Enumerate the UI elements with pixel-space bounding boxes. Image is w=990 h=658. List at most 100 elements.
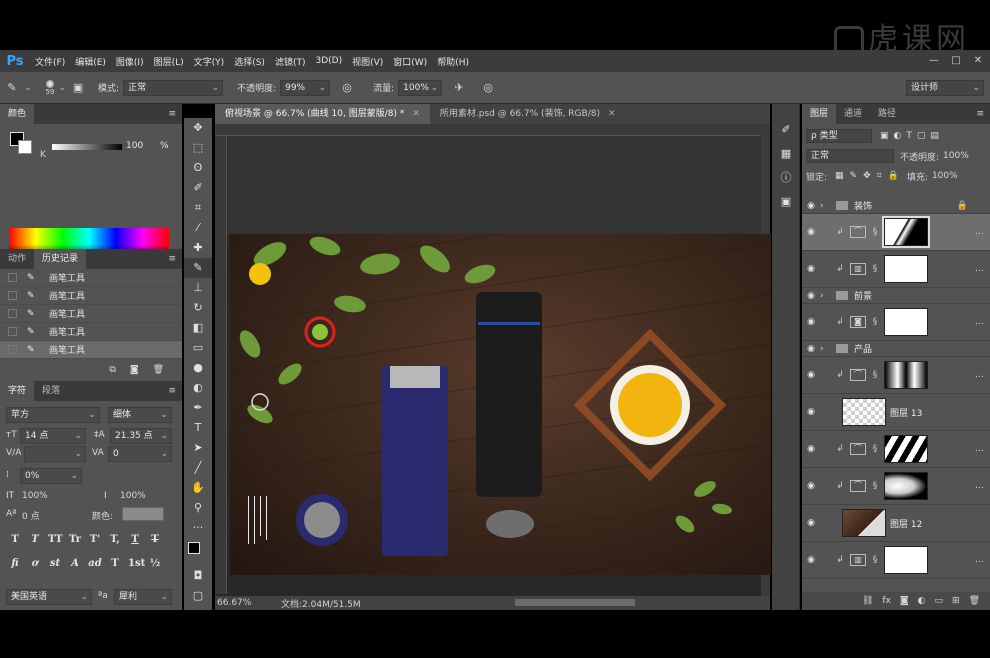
adjustment-layer-icon[interactable]: ◐: [918, 596, 926, 606]
move-tool-icon[interactable]: ✥: [184, 118, 212, 138]
blend-mode-select[interactable]: 正常: [806, 149, 894, 163]
brush-tool-icon[interactable]: ✎: [3, 79, 21, 97]
lasso-tool-icon[interactable]: ʘ: [184, 158, 212, 178]
blur-tool-icon[interactable]: ●: [184, 358, 212, 378]
brush-preset-picker[interactable]: 59: [46, 79, 54, 96]
chevron-right-icon[interactable]: ›: [820, 344, 830, 354]
pressure-size-icon[interactable]: ◎: [479, 79, 497, 97]
history-item[interactable]: ✎ 画笔工具: [0, 305, 182, 323]
layer-opacity-value[interactable]: 100%: [943, 151, 969, 161]
more-icon[interactable]: …: [975, 444, 984, 454]
chain-link-icon[interactable]: §: [870, 317, 880, 327]
layer-curves-dark[interactable]: ◉ ↲ ⌒ § …: [802, 357, 990, 394]
chain-link-icon[interactable]: §: [870, 481, 880, 491]
menu-layer[interactable]: 图层(L): [149, 55, 189, 68]
history-snapshot-checkbox[interactable]: [8, 291, 17, 300]
trash-icon[interactable]: 🗑: [153, 365, 164, 375]
mode-select[interactable]: 正常 ⌄: [123, 79, 224, 96]
quick-mask-icon[interactable]: ◘: [184, 566, 212, 586]
superscript-button[interactable]: T': [88, 533, 102, 547]
eye-icon[interactable]: ◉: [802, 317, 820, 327]
layer-mask-thumbnail[interactable]: [884, 472, 928, 500]
foreground-color-swatch[interactable]: [188, 542, 200, 554]
line-tool-icon[interactable]: ╱: [184, 458, 212, 478]
maximize-button[interactable]: □: [946, 50, 966, 72]
menu-type[interactable]: 文字(Y): [189, 55, 230, 68]
layer-camera-raw[interactable]: ◉ ↲ ◙ § …: [802, 304, 990, 341]
layer-curves-blur[interactable]: ◉ ↲ ⌒ § …: [802, 468, 990, 505]
layer-group-decor[interactable]: ◉ › 装饰 🔒: [802, 198, 990, 214]
history-snapshot-checkbox[interactable]: [8, 273, 17, 282]
layer-filter-select[interactable]: ρ 类型: [806, 129, 872, 143]
background-color-swatch[interactable]: [18, 140, 32, 154]
document-tab-active[interactable]: 俯视场景 @ 66.7% (曲线 10, 图层蒙版/8) * ✕: [215, 104, 430, 124]
eye-icon[interactable]: ◉: [802, 344, 820, 354]
eye-icon[interactable]: ◉: [802, 264, 820, 274]
titling-button[interactable]: T: [108, 557, 122, 571]
tab-actions[interactable]: 动作: [0, 249, 34, 269]
layer-levels-2[interactable]: ◉ ↲ ▥ § …: [802, 542, 990, 579]
menu-filter[interactable]: 滤镜(T): [270, 55, 311, 68]
more-icon[interactable]: …: [975, 370, 984, 380]
layer-group-product[interactable]: ◉ › 产品: [802, 341, 990, 357]
chevron-down-icon[interactable]: ⌄: [24, 83, 32, 93]
history-brush-tool-icon[interactable]: ↻: [184, 298, 212, 318]
anti-alias-select[interactable]: 犀利 ⌄: [114, 589, 172, 605]
menu-select[interactable]: 选择(S): [229, 55, 270, 68]
layer-mask-thumbnail[interactable]: [884, 255, 928, 283]
eye-icon[interactable]: ◉: [802, 291, 820, 301]
healing-brush-tool-icon[interactable]: ✚: [184, 238, 212, 258]
workspace-select[interactable]: 设计师 ⌄: [906, 80, 984, 96]
path-selection-tool-icon[interactable]: ➤: [184, 438, 212, 458]
brush-panel-toggle-icon[interactable]: ▣: [69, 79, 87, 97]
properties-icon[interactable]: ▣: [772, 190, 800, 214]
layer-thumbnail[interactable]: [842, 509, 886, 537]
small-caps-button[interactable]: Tr: [68, 533, 82, 547]
close-icon[interactable]: ✕: [412, 109, 420, 119]
quick-select-tool-icon[interactable]: ✐: [184, 178, 212, 198]
menu-image[interactable]: 图像(I): [111, 55, 149, 68]
screen-mode-icon[interactable]: ▢: [184, 586, 212, 606]
close-button[interactable]: ✕: [968, 50, 988, 72]
more-icon[interactable]: …: [975, 555, 984, 565]
history-item[interactable]: ✎ 画笔工具: [0, 269, 182, 287]
chevron-right-icon[interactable]: ›: [820, 291, 830, 301]
layer-curves-10[interactable]: ◉ ↲ ⌒ § …: [802, 214, 990, 251]
eye-icon[interactable]: ◉: [802, 518, 820, 528]
menu-3d[interactable]: 3D(D): [310, 56, 347, 66]
pen-tool-icon[interactable]: ✒: [184, 398, 212, 418]
zoom-tool-icon[interactable]: ⚲: [184, 498, 212, 518]
tracking-field[interactable]: 0 ⌄: [108, 446, 172, 462]
minimize-button[interactable]: —: [924, 50, 944, 72]
font-family-select[interactable]: 苹方 ⌄: [6, 407, 100, 423]
document-size[interactable]: 文档:2.04M/51.5M: [281, 597, 361, 610]
tab-layers[interactable]: 图层: [802, 104, 837, 124]
layer-levels[interactable]: ◉ ↲ ▥ § …: [802, 251, 990, 288]
underline-button[interactable]: T: [128, 533, 142, 547]
language-select[interactable]: 美国英语 ⌄: [6, 589, 92, 605]
layer-mask-thumbnail[interactable]: [882, 216, 930, 248]
baseline-shift-value[interactable]: 0 点: [22, 509, 40, 522]
layer-group-foreground[interactable]: ◉ › 前景: [802, 288, 990, 304]
chevron-right-icon[interactable]: ›: [820, 201, 830, 211]
layer-curves-stripes[interactable]: ◉ ↲ ⌒ § …: [802, 431, 990, 468]
eye-icon[interactable]: ◉: [802, 370, 820, 380]
layer-12[interactable]: ◉ 图层 12: [802, 505, 990, 542]
old-style-button[interactable]: ơ: [28, 557, 42, 571]
opacity-field[interactable]: 99% ⌄: [280, 79, 331, 96]
more-icon[interactable]: …: [975, 317, 984, 327]
eye-icon[interactable]: ◉: [802, 201, 820, 211]
tab-channels[interactable]: 通道: [836, 104, 870, 124]
trash-icon[interactable]: 🗑: [969, 596, 980, 606]
add-mask-icon[interactable]: ◙: [900, 596, 909, 606]
eye-icon[interactable]: ◉: [802, 444, 820, 454]
eyedropper-tool-icon[interactable]: ⁄: [184, 218, 212, 238]
panel-menu-icon[interactable]: ≡: [168, 104, 176, 124]
eye-icon[interactable]: ◉: [802, 555, 820, 565]
more-icon[interactable]: …: [975, 481, 984, 491]
leading-field[interactable]: 21.35 点 ⌄: [110, 428, 172, 444]
brush-settings-icon[interactable]: ▦: [772, 142, 800, 166]
tab-paths[interactable]: 路径: [870, 104, 904, 124]
close-icon[interactable]: ✕: [608, 109, 616, 119]
more-icon[interactable]: …: [975, 264, 984, 274]
